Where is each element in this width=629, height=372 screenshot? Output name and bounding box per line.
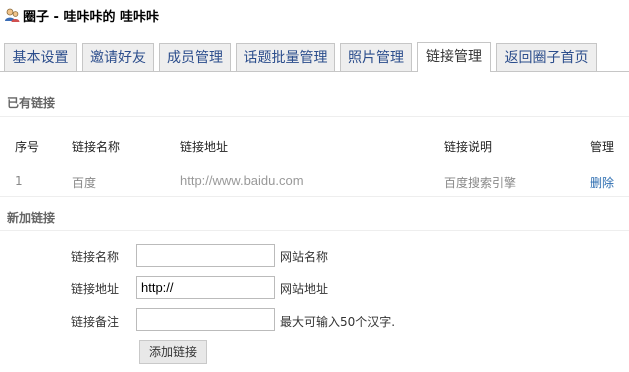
row-link-url: http://www.baidu.com <box>180 173 304 188</box>
column-header-name: 链接名称 <box>72 140 121 154</box>
row-link-description: 百度搜索引擎 <box>444 176 517 190</box>
delete-link-button[interactable]: 删除 <box>590 174 614 191</box>
group-people-icon <box>4 7 20 23</box>
link-name-input[interactable] <box>136 244 275 267</box>
tab-basic-settings[interactable]: 基本设置 <box>4 43 77 71</box>
tab-invite-friends[interactable]: 邀请好友 <box>82 43 154 71</box>
link-url-hint: 网站地址 <box>280 282 329 296</box>
link-name-label: 链接名称 <box>71 250 120 264</box>
link-note-label: 链接备注 <box>71 315 120 329</box>
link-url-label: 链接地址 <box>71 282 120 296</box>
row-link-name: 百度 <box>72 176 97 190</box>
tab-member-management[interactable]: 成员管理 <box>159 43 231 71</box>
new-link-heading: 新加链接 <box>7 211 56 225</box>
link-name-hint: 网站名称 <box>280 250 329 264</box>
divider <box>0 116 629 117</box>
divider <box>0 196 629 197</box>
column-header-url: 链接地址 <box>180 140 229 154</box>
row-index: 1 <box>15 174 23 188</box>
column-header-manage: 管理 <box>590 140 615 154</box>
tab-link-management[interactable]: 链接管理 <box>417 42 491 72</box>
page-title: 圈子 - 哇咔咔的 哇咔咔 <box>23 9 159 25</box>
column-header-index: 序号 <box>15 140 40 154</box>
tab-back-to-group-home[interactable]: 返回圈子首页 <box>496 43 597 71</box>
tab-photo-management[interactable]: 照片管理 <box>340 43 412 71</box>
link-url-input[interactable] <box>136 276 275 299</box>
title-bar: 圈子 - 哇咔咔的 哇咔咔 <box>4 5 159 25</box>
tab-bar: 基本设置 邀请好友 成员管理 话题批量管理 照片管理 链接管理 返回圈子首页 <box>0 41 629 72</box>
link-note-input[interactable] <box>136 308 275 331</box>
column-header-description: 链接说明 <box>444 140 493 154</box>
add-link-button[interactable]: 添加链接 <box>139 340 207 364</box>
existing-links-heading: 已有链接 <box>7 96 56 110</box>
divider <box>0 230 629 231</box>
link-note-hint: 最大可输入50个汉字. <box>280 315 396 329</box>
tab-topic-batch-management[interactable]: 话题批量管理 <box>236 43 335 71</box>
